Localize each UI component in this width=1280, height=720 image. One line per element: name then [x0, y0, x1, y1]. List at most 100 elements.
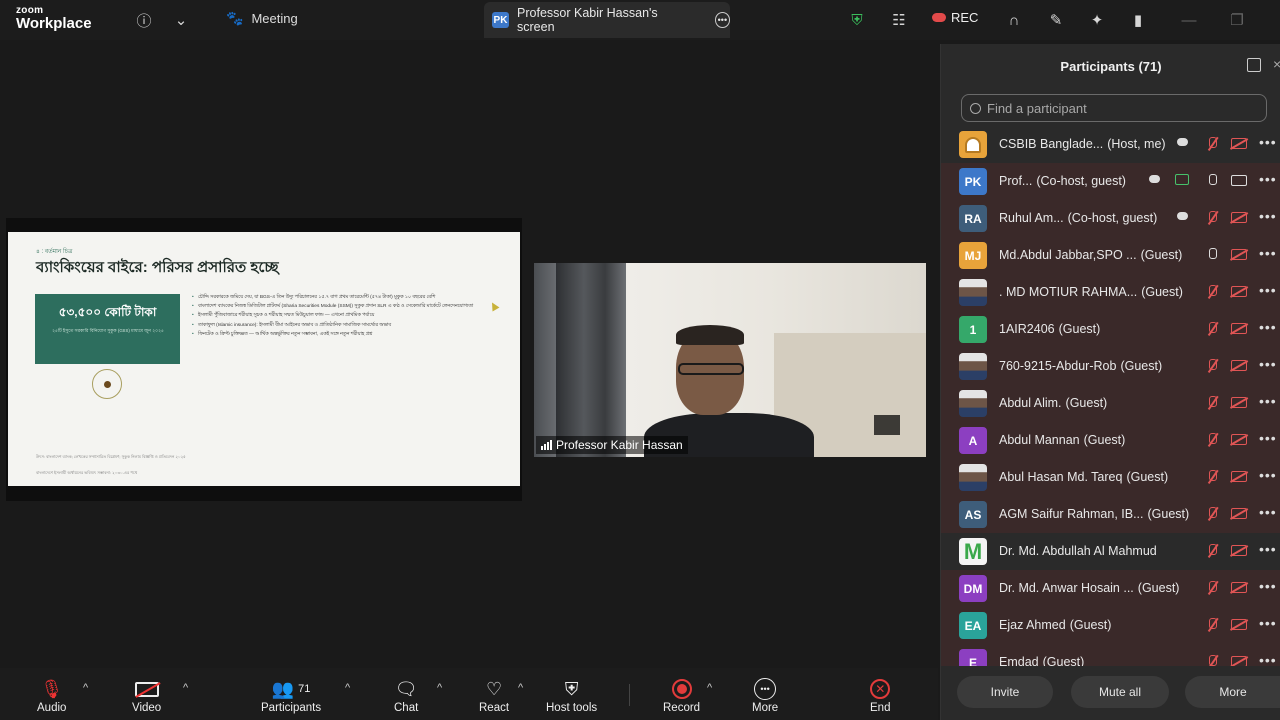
mic-muted-icon[interactable] — [1205, 210, 1219, 226]
participant-more-icon[interactable]: ••• — [1259, 282, 1277, 298]
camera-off-icon[interactable] — [1231, 138, 1247, 149]
sparkle-icon[interactable]: ✦ — [1086, 9, 1108, 31]
participant-more-icon[interactable]: ••• — [1259, 356, 1277, 372]
invite-button[interactable]: Invite — [957, 676, 1053, 708]
camera-off-icon[interactable] — [1231, 508, 1247, 519]
host-tools-button[interactable]: ⛨ Host tools — [546, 678, 597, 715]
participant-row[interactable]: AS AGM Saifur Rahman, IB... (Guest) ••• — [941, 496, 1280, 533]
info-icon[interactable]: ⓘ — [133, 9, 155, 31]
participant-row[interactable]: PK Prof... (Co-host, guest) ••• — [941, 163, 1280, 200]
shared-screen-tab[interactable]: PK Professor Kabir Hassan's screen ••• — [484, 2, 730, 38]
audio-button[interactable]: 🎙 Audio — [37, 678, 66, 715]
mic-muted-icon[interactable] — [1205, 617, 1219, 633]
chevron-down-icon[interactable]: ⌄ — [170, 9, 192, 31]
camera-off-icon[interactable] — [1231, 249, 1247, 260]
participant-row[interactable]: MJ Md.Abdul Jabbar,SPO ... (Guest) ••• — [941, 237, 1280, 274]
camera-icon[interactable] — [1231, 175, 1247, 186]
camera-off-icon[interactable] — [1231, 582, 1247, 593]
participant-row[interactable]: RA Ruhul Am... (Co-host, guest) ••• — [941, 200, 1280, 237]
mic-muted-icon[interactable] — [1205, 543, 1219, 559]
participant-more-icon[interactable]: ••• — [1259, 208, 1277, 224]
mic-muted-icon[interactable] — [1205, 395, 1219, 411]
minimize-icon[interactable]: — — [1178, 9, 1200, 31]
recording-indicator[interactable]: REC — [932, 10, 978, 25]
participant-row[interactable]: Abul Hasan Md. Tareq (Guest) ••• — [941, 459, 1280, 496]
participant-row[interactable]: Abdul Alim. (Guest) ••• — [941, 385, 1280, 422]
camera-off-icon[interactable] — [1231, 397, 1247, 408]
participant-more-icon[interactable]: ••• — [1259, 541, 1277, 557]
leave-icon[interactable]: ▮ — [1127, 9, 1149, 31]
camera-off-icon[interactable] — [1231, 619, 1247, 630]
slide-bullets: চৌদ্দি সরকারকে জমিয়ে দেয়, যা BGS-এ তিন… — [192, 294, 492, 340]
meeting-menu[interactable]: 🐾 Meeting — [226, 10, 298, 27]
mic-muted-icon[interactable] — [1205, 654, 1219, 666]
mic-muted-icon[interactable] — [1205, 284, 1219, 300]
mic-muted-icon[interactable] — [1205, 432, 1219, 448]
shared-screen[interactable]: ৪ : বর্তমান চিত্র ব্যাংকিংয়ের বাইরে: পর… — [6, 218, 522, 501]
camera-off-icon[interactable] — [1231, 545, 1247, 556]
restore-icon[interactable]: ❐ — [1226, 9, 1248, 31]
video-button[interactable]: Video — [132, 678, 161, 714]
participant-row[interactable]: DM Dr. Md. Anwar Hosain ... (Guest) ••• — [941, 570, 1280, 607]
more-icon[interactable]: ••• — [714, 12, 730, 28]
mic-muted-icon[interactable] — [1205, 321, 1219, 337]
video-options-caret-icon[interactable]: ^ — [183, 682, 188, 694]
close-icon[interactable]: × — [1273, 56, 1280, 72]
record-options-caret-icon[interactable]: ^ — [707, 682, 712, 694]
mic-muted-icon[interactable] — [1205, 506, 1219, 522]
mic-muted-icon[interactable] — [1205, 580, 1219, 596]
camera-off-icon[interactable] — [1231, 434, 1247, 445]
notes-icon[interactable]: ☷ — [888, 9, 910, 31]
participant-row[interactable]: A Abdul Mannan (Guest) ••• — [941, 422, 1280, 459]
chat-button[interactable]: 🗨 Chat — [394, 678, 418, 715]
search-input[interactable] — [987, 100, 1247, 116]
participant-more-icon[interactable]: ••• — [1259, 652, 1277, 666]
react-button[interactable]: ♡ React — [479, 678, 509, 715]
pop-out-icon[interactable] — [1247, 58, 1261, 72]
participants-options-caret-icon[interactable]: ^ — [345, 682, 350, 694]
participant-more-icon[interactable]: ••• — [1259, 467, 1277, 483]
mic-muted-icon[interactable] — [1205, 358, 1219, 374]
mic-icon[interactable] — [1205, 247, 1219, 263]
participant-row[interactable]: 1 1AIR2406 (Guest) ••• — [941, 311, 1280, 348]
participant-more-icon[interactable]: ••• — [1259, 171, 1277, 187]
camera-off-icon[interactable] — [1231, 323, 1247, 334]
camera-off-icon[interactable] — [1231, 212, 1247, 223]
camera-off-icon[interactable] — [1231, 656, 1247, 666]
mic-muted-icon[interactable] — [1205, 469, 1219, 485]
shield-icon[interactable]: ⛨ — [846, 9, 868, 31]
participant-row[interactable]: 760-9215-Abdur-Rob (Guest) ••• — [941, 348, 1280, 385]
participant-more-icon[interactable]: ••• — [1259, 430, 1277, 446]
mute-all-button[interactable]: Mute all — [1071, 676, 1169, 708]
more-toolbar-button[interactable]: ••• More — [752, 678, 778, 714]
magic-wand-icon[interactable]: ✎ — [1045, 9, 1067, 31]
participant-more-icon[interactable]: ••• — [1259, 245, 1277, 261]
participants-button[interactable]: 👥 71 Participants — [261, 678, 321, 715]
participant-more-icon[interactable]: ••• — [1259, 319, 1277, 335]
mic-icon[interactable] — [1205, 173, 1219, 189]
participant-more-icon[interactable]: ••• — [1259, 504, 1277, 520]
participant-more-icon[interactable]: ••• — [1259, 578, 1277, 594]
end-button[interactable]: ✕ End — [870, 678, 890, 714]
camera-off-icon[interactable] — [1231, 471, 1247, 482]
audio-options-caret-icon[interactable]: ^ — [83, 682, 88, 694]
participant-more-icon[interactable]: ••• — [1259, 393, 1277, 409]
mic-muted-icon[interactable] — [1205, 136, 1219, 152]
more-button[interactable]: More — [1185, 676, 1280, 708]
react-options-caret-icon[interactable]: ^ — [518, 682, 523, 694]
chat-options-caret-icon[interactable]: ^ — [437, 682, 442, 694]
participant-more-icon[interactable]: ••• — [1259, 615, 1277, 631]
speaker-video[interactable]: Professor Kabir Hassan — [534, 263, 926, 457]
participant-more-icon[interactable]: ••• — [1259, 134, 1277, 150]
participant-row[interactable]: . MD MOTIUR RAHMA... (Guest) ••• — [941, 274, 1280, 311]
participant-row[interactable]: EA Ejaz Ahmed (Guest) ••• — [941, 607, 1280, 644]
camera-off-icon[interactable] — [1231, 286, 1247, 297]
record-button[interactable]: Record — [663, 678, 700, 714]
participant-name: Dr. Md. Anwar Hosain ... (Guest) — [999, 581, 1179, 595]
participant-search[interactable] — [961, 94, 1267, 122]
participant-row[interactable]: M Dr. Md. Abdullah Al Mahmud ••• — [941, 533, 1280, 570]
participant-row[interactable]: E Emdad (Guest) ••• — [941, 644, 1280, 666]
participant-row[interactable]: CSBIB Banglade... (Host, me) ••• — [941, 126, 1280, 163]
headphones-icon[interactable]: ∩ — [1003, 9, 1025, 31]
camera-off-icon[interactable] — [1231, 360, 1247, 371]
